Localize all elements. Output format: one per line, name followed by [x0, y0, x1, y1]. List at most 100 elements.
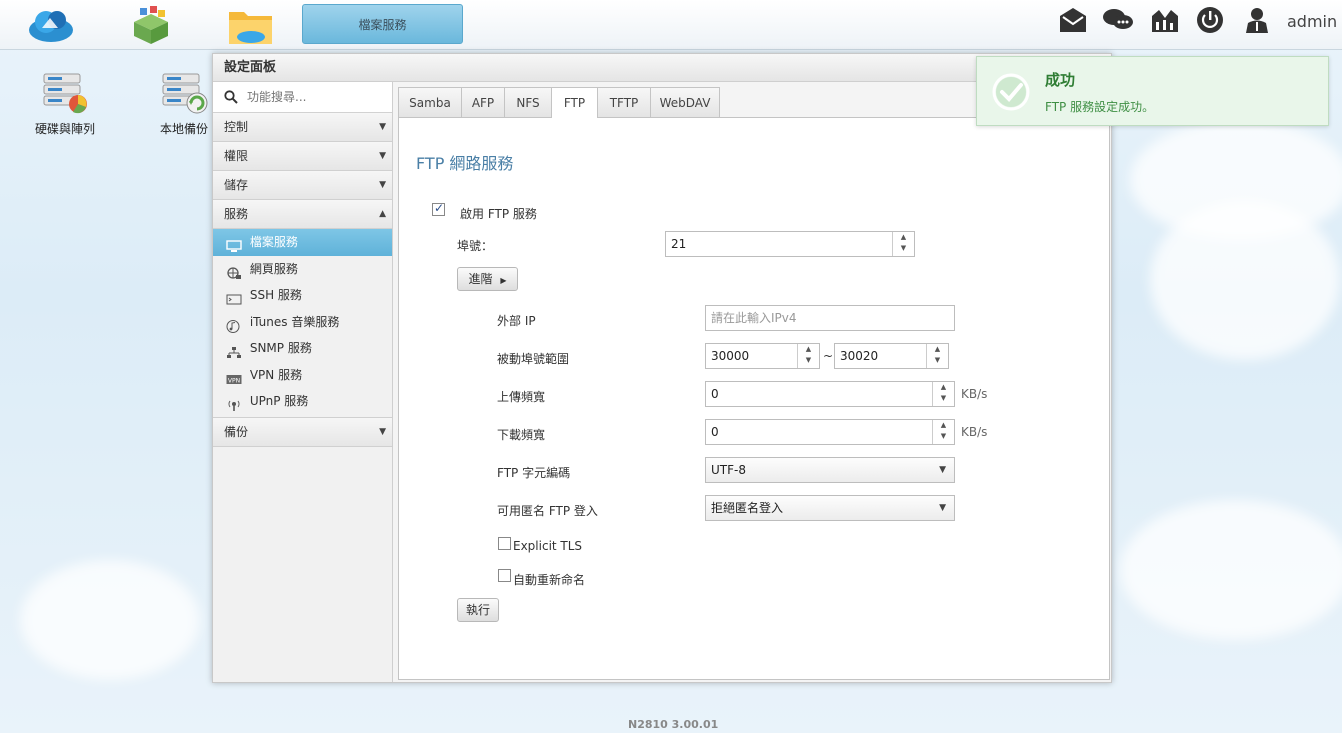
- tab-ftp[interactable]: FTP: [551, 87, 598, 118]
- chevron-down-icon: ▼: [939, 503, 946, 513]
- tab-afp[interactable]: AFP: [461, 87, 505, 117]
- enable-ftp-checkbox[interactable]: [432, 201, 445, 216]
- sidebar-item-upnp-service[interactable]: UPnP 服務: [213, 388, 392, 415]
- sidebar-category-backup[interactable]: 備份 ▼: [213, 417, 392, 447]
- sidebar-item-label: 網頁服務: [249, 261, 298, 276]
- port-value: 21: [671, 237, 687, 251]
- antenna-icon: [226, 395, 242, 411]
- tab-nfs[interactable]: NFS: [504, 87, 552, 117]
- search-row: [213, 82, 392, 113]
- advanced-button-label: 進階: [468, 272, 493, 286]
- folder-app-icon[interactable]: [226, 4, 274, 46]
- chevron-down-icon: ▼: [379, 180, 386, 190]
- upload-bandwidth-value: 0: [711, 387, 719, 401]
- monitor-icon[interactable]: [1150, 6, 1180, 34]
- passive-port-to-value: 30020: [840, 349, 879, 363]
- package-app-icon[interactable]: [126, 4, 174, 46]
- download-bandwidth-stepper[interactable]: ▲ ▼: [932, 420, 954, 444]
- apply-button[interactable]: 執行: [457, 598, 499, 622]
- anonymous-login-value: 拒絕匿名登入: [711, 501, 784, 515]
- sidebar-item-ssh-service[interactable]: SSH 服務: [213, 282, 392, 309]
- power-icon[interactable]: [1196, 6, 1226, 34]
- username-label[interactable]: admin: [1287, 12, 1337, 31]
- category-label: 服務: [224, 207, 249, 221]
- chevron-down-icon: ▼: [379, 151, 386, 161]
- encoding-label: FTP 字元編碼: [497, 466, 571, 480]
- chevron-down-icon: ▼: [939, 465, 946, 475]
- network-tree-icon: [226, 342, 242, 358]
- search-icon: [224, 90, 238, 104]
- tab-webdav[interactable]: WebDAV: [650, 87, 720, 117]
- sidebar-item-web-service[interactable]: 網頁服務: [213, 256, 392, 283]
- sidebar-item-itunes-service[interactable]: iTunes 音樂服務: [213, 309, 392, 336]
- download-unit-label: KB/s: [961, 425, 988, 439]
- sidebar-item-label: iTunes 音樂服務: [249, 314, 340, 329]
- port-label: 埠號：: [457, 239, 494, 253]
- search-input[interactable]: [247, 87, 387, 107]
- top-bar: 檔案服務 admin: [0, 0, 1342, 50]
- service-list: 檔案服務 網頁服務 SSH 服務 iTunes 音樂服務 SNMP 服務 VPN…: [213, 229, 392, 418]
- desktop-icon-disk-array[interactable]: 硬碟與陣列: [20, 70, 110, 137]
- tab-samba[interactable]: Samba: [398, 87, 462, 117]
- chat-icon[interactable]: [1102, 6, 1133, 34]
- encoding-select[interactable]: UTF-8 ▼: [705, 457, 955, 483]
- port-stepper[interactable]: ▲ ▼: [892, 232, 914, 256]
- category-label: 權限: [224, 149, 249, 163]
- active-task-tab[interactable]: 檔案服務: [302, 4, 463, 44]
- upload-unit-label: KB/s: [961, 387, 988, 401]
- sidebar-category-control[interactable]: 控制 ▼: [213, 113, 392, 142]
- version-label: N2810 3.00.01: [628, 718, 719, 731]
- ftp-settings-form: FTP 網路服務 啟用 FTP 服務 埠號： 21 ▲▼ 進階 ▶ 外部 IP …: [398, 117, 1110, 680]
- auto-rename-checkbox[interactable]: [498, 569, 511, 582]
- download-bandwidth-input[interactable]: 0 ▲ ▼: [705, 419, 955, 445]
- port-input[interactable]: 21 ▲ ▼: [665, 231, 915, 257]
- user-icon[interactable]: [1243, 6, 1273, 34]
- file-service-icon: [226, 236, 242, 252]
- sidebar-category-storage[interactable]: 儲存 ▼: [213, 171, 392, 200]
- passive-port-from-input[interactable]: 30000 ▲ ▼: [705, 343, 820, 369]
- settings-panel: 設定面板 控制 ▼ 權限 ▼ 儲存 ▼ 服務 ▲ 檔案服務: [212, 53, 1112, 683]
- sidebar: 控制 ▼ 權限 ▼ 儲存 ▼ 服務 ▲ 檔案服務 網頁服務 S: [213, 82, 393, 682]
- sidebar-category-service[interactable]: 服務 ▲: [213, 200, 392, 229]
- sidebar-item-label: 檔案服務: [249, 235, 298, 249]
- anonymous-login-select[interactable]: 拒絕匿名登入 ▼: [705, 495, 955, 521]
- check-circle-icon: [992, 73, 1030, 111]
- tab-tftp[interactable]: TFTP: [597, 87, 651, 117]
- vpn-icon: VPN: [226, 369, 242, 384]
- upload-bandwidth-label: 上傳頻寬: [497, 390, 546, 404]
- notification-message: FTP 服務設定成功。: [1045, 100, 1155, 114]
- chevron-up-icon: ▲: [379, 209, 386, 219]
- sidebar-item-file-service[interactable]: 檔案服務: [213, 229, 392, 256]
- chevron-down-icon: ▼: [379, 426, 386, 437]
- passive-port-to-stepper[interactable]: ▲ ▼: [926, 344, 948, 368]
- passive-port-from-value: 30000: [711, 349, 750, 363]
- mail-icon[interactable]: [1058, 6, 1088, 34]
- anonymous-login-label: 可用匿名 FTP 登入: [497, 504, 598, 518]
- web-service-icon: [226, 263, 242, 279]
- external-ip-input[interactable]: 請在此輸入IPv4: [705, 305, 955, 331]
- explicit-tls-label: Explicit TLS: [513, 539, 583, 553]
- sidebar-category-permission[interactable]: 權限 ▼: [213, 142, 392, 171]
- desktop-icon-label: 硬碟與陣列: [34, 122, 95, 136]
- sidebar-item-snmp-service[interactable]: SNMP 服務: [213, 335, 392, 362]
- notification-title: 成功: [1045, 71, 1076, 89]
- explicit-tls-checkbox[interactable]: [498, 537, 511, 550]
- upload-bandwidth-stepper[interactable]: ▲ ▼: [932, 382, 954, 406]
- sidebar-item-label: UPnP 服務: [249, 394, 309, 408]
- category-label: 備份: [224, 424, 249, 439]
- advanced-button[interactable]: 進階 ▶: [457, 267, 518, 291]
- category-label: 儲存: [224, 178, 249, 192]
- sidebar-item-vpn-service[interactable]: VPN VPN 服務: [213, 362, 392, 389]
- chevron-down-icon: ▼: [379, 122, 386, 132]
- passive-port-to-input[interactable]: 30020 ▲ ▼: [834, 343, 949, 369]
- sidebar-item-label: VPN 服務: [249, 367, 303, 382]
- svg-text:VPN: VPN: [228, 377, 240, 384]
- upload-bandwidth-input[interactable]: 0 ▲ ▼: [705, 381, 955, 407]
- passive-port-from-stepper[interactable]: ▲ ▼: [797, 344, 819, 368]
- success-notification[interactable]: 成功 FTP 服務設定成功。: [976, 56, 1329, 126]
- auto-rename-label: 自動重新命名: [513, 573, 586, 587]
- cloud-app-icon[interactable]: [26, 4, 74, 46]
- range-separator: ~: [823, 349, 834, 363]
- sidebar-item-label: SSH 服務: [249, 288, 302, 302]
- enable-ftp-label: 啟用 FTP 服務: [460, 207, 537, 221]
